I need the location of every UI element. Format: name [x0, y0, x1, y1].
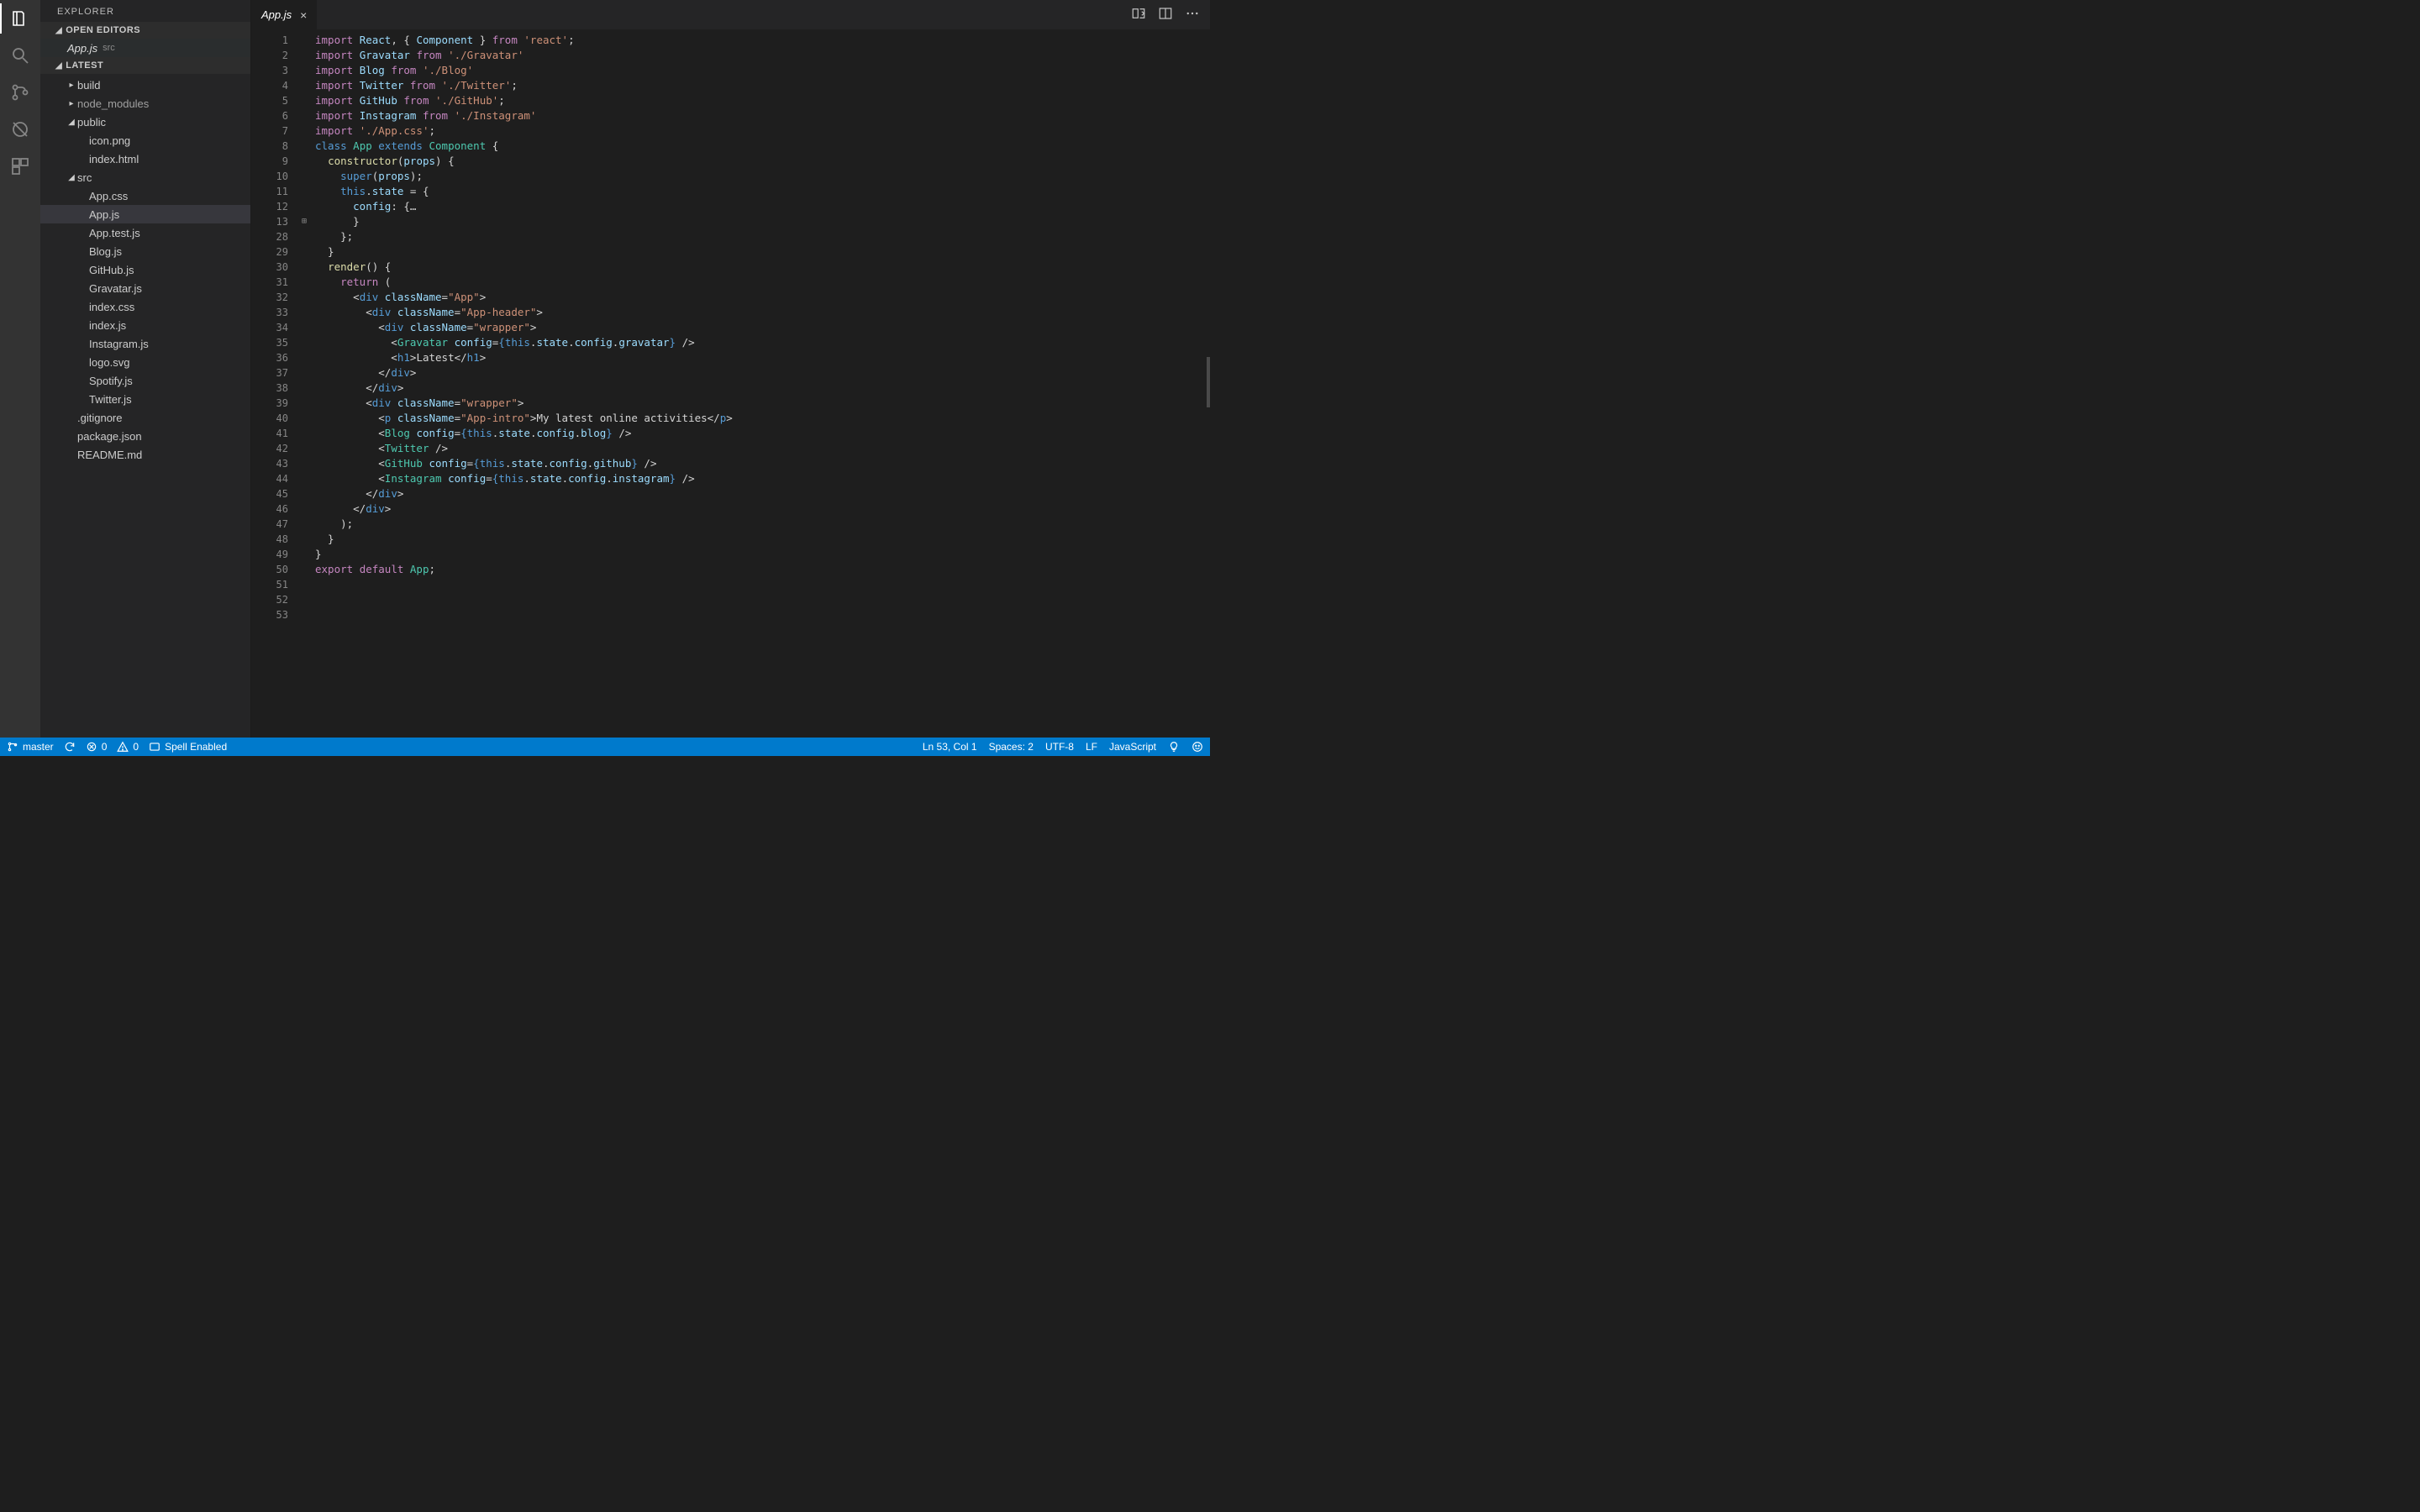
file-blog-js[interactable]: Blog.js: [40, 242, 250, 260]
cursor-position[interactable]: Ln 53, Col 1: [923, 741, 977, 753]
tree-item-label: App.css: [89, 190, 128, 202]
tree-item-label: icon.png: [89, 134, 130, 147]
eol[interactable]: LF: [1086, 741, 1097, 753]
tab-bar: App.js ×: [251, 0, 1210, 29]
file-app-test-js[interactable]: App.test.js: [40, 223, 250, 242]
file-readme-md[interactable]: README.md: [40, 445, 250, 464]
branch-name: master: [23, 741, 54, 753]
file-app-js[interactable]: App.js: [40, 205, 250, 223]
tree-item-label: Twitter.js: [89, 393, 132, 406]
tab-label: App.js: [261, 8, 292, 21]
file-github-js[interactable]: GitHub.js: [40, 260, 250, 279]
indentation[interactable]: Spaces: 2: [989, 741, 1034, 753]
file-tree: ▸build▸node_modules◢publicicon.pngindex.…: [40, 74, 250, 465]
file-gravatar-js[interactable]: Gravatar.js: [40, 279, 250, 297]
file-spotify-js[interactable]: Spotify.js: [40, 371, 250, 390]
close-icon[interactable]: ×: [300, 8, 307, 22]
git-branch[interactable]: master: [7, 741, 54, 753]
chevron-down-icon: ◢: [67, 118, 76, 127]
more-icon[interactable]: [1185, 6, 1200, 24]
compare-changes-icon[interactable]: [1131, 6, 1146, 24]
tree-item-label: GitHub.js: [89, 264, 134, 276]
tree-item-label: Instagram.js: [89, 338, 149, 350]
explorer-sidebar: EXPLORER ◢ OPEN EDITORS App.js src ◢ LAT…: [40, 0, 251, 738]
extensions-icon[interactable]: [8, 155, 32, 178]
encoding[interactable]: UTF-8: [1045, 741, 1074, 753]
open-editors-header[interactable]: ◢ OPEN EDITORS: [40, 22, 250, 39]
tree-item-label: README.md: [77, 449, 142, 461]
split-editor-icon[interactable]: [1158, 6, 1173, 24]
tree-item-label: package.json: [77, 430, 142, 443]
source-control-icon[interactable]: [8, 81, 32, 104]
code-content[interactable]: import React, { Component } from 'react'…: [313, 29, 1210, 738]
spell-check[interactable]: Spell Enabled: [149, 741, 227, 753]
chevron-down-icon: ◢: [55, 26, 62, 35]
folder-node-modules[interactable]: ▸node_modules: [40, 94, 250, 113]
explorer-icon[interactable]: [8, 7, 32, 30]
file-icon-png[interactable]: icon.png: [40, 131, 250, 150]
file-twitter-js[interactable]: Twitter.js: [40, 390, 250, 408]
tree-item-label: .gitignore: [77, 412, 122, 424]
file-package-json[interactable]: package.json: [40, 427, 250, 445]
feedback-smile-icon[interactable]: [1192, 741, 1203, 753]
file-index-css[interactable]: index.css: [40, 297, 250, 316]
code-editor[interactable]: 1234567891011121328293031323334353637383…: [251, 29, 1210, 738]
open-editor-dir: src: [103, 43, 115, 53]
tree-item-label: logo.svg: [89, 356, 129, 369]
editor-area: App.js × 1234567891011121328293031323334…: [251, 0, 1210, 738]
git-sync-icon[interactable]: [64, 741, 76, 753]
fold-column: ⊞: [302, 29, 313, 738]
file-index-js[interactable]: index.js: [40, 316, 250, 334]
search-icon[interactable]: [8, 44, 32, 67]
open-editor-item[interactable]: App.js src: [40, 39, 250, 57]
warnings-count[interactable]: 0: [117, 741, 139, 753]
debug-icon[interactable]: [8, 118, 32, 141]
folder-src[interactable]: ◢src: [40, 168, 250, 186]
editor-actions: [1131, 0, 1210, 29]
tree-item-label: index.css: [89, 301, 134, 313]
tree-item-label: index.html: [89, 153, 139, 165]
status-bar: master 0 0 Spell Enabled Ln 53, Col 1 Sp…: [0, 738, 1210, 756]
sidebar-title: EXPLORER: [40, 0, 250, 22]
project-label: LATEST: [66, 60, 103, 71]
file-instagram-js[interactable]: Instagram.js: [40, 334, 250, 353]
open-editors-label: OPEN EDITORS: [66, 25, 140, 35]
chevron-right-icon: ▸: [67, 81, 76, 90]
tree-item-label: build: [77, 79, 100, 92]
tree-item-label: App.test.js: [89, 227, 140, 239]
tree-item-label: Spotify.js: [89, 375, 133, 387]
tree-item-label: Gravatar.js: [89, 282, 142, 295]
tree-item-label: Blog.js: [89, 245, 122, 258]
errors-value: 0: [102, 741, 108, 753]
spell-label: Spell Enabled: [165, 741, 227, 753]
folder-build[interactable]: ▸build: [40, 76, 250, 94]
line-gutter: 1234567891011121328293031323334353637383…: [251, 29, 302, 738]
fold-expand-icon[interactable]: ⊞: [302, 214, 313, 229]
file-index-html[interactable]: index.html: [40, 150, 250, 168]
activity-bar: [0, 0, 40, 738]
tree-item-label: index.js: [89, 319, 126, 332]
chevron-down-icon: ◢: [55, 61, 62, 71]
minimap-scroll-indicator[interactable]: [1207, 357, 1210, 407]
file-logo-svg[interactable]: logo.svg: [40, 353, 250, 371]
feedback-bulb-icon[interactable]: [1168, 741, 1180, 753]
tree-item-label: public: [77, 116, 106, 129]
errors-count[interactable]: 0: [86, 741, 108, 753]
folder-public[interactable]: ◢public: [40, 113, 250, 131]
file--gitignore[interactable]: .gitignore: [40, 408, 250, 427]
open-editor-filename: App.js: [67, 42, 97, 55]
tree-item-label: node_modules: [77, 97, 149, 110]
warnings-value: 0: [133, 741, 139, 753]
workbench: EXPLORER ◢ OPEN EDITORS App.js src ◢ LAT…: [0, 0, 1210, 738]
chevron-right-icon: ▸: [67, 99, 76, 108]
file-app-css[interactable]: App.css: [40, 186, 250, 205]
tree-item-label: src: [77, 171, 92, 184]
chevron-down-icon: ◢: [67, 173, 76, 182]
project-header[interactable]: ◢ LATEST: [40, 57, 250, 74]
tree-item-label: App.js: [89, 208, 119, 221]
tab-app-js[interactable]: App.js ×: [251, 0, 318, 29]
language-mode[interactable]: JavaScript: [1109, 741, 1156, 753]
